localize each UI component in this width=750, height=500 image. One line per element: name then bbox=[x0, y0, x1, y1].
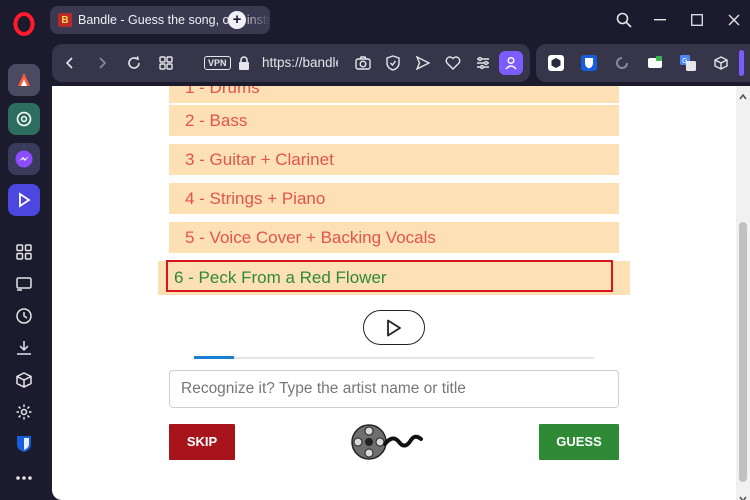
my-flow-icon[interactable] bbox=[12, 272, 36, 296]
reload-icon[interactable] bbox=[126, 55, 142, 71]
tab-grid-icon[interactable] bbox=[158, 55, 174, 71]
player-app-icon[interactable] bbox=[8, 184, 40, 216]
browser-sidebar bbox=[0, 0, 48, 500]
guess-input[interactable] bbox=[169, 370, 619, 408]
address-bar: VPN https://bandle.app bbox=[52, 44, 530, 82]
svg-text:G: G bbox=[682, 57, 687, 65]
extensions-bar: G bbox=[536, 44, 750, 82]
skip-button[interactable]: SKIP bbox=[169, 424, 235, 460]
progress-track[interactable] bbox=[194, 357, 594, 359]
minimize-icon[interactable] bbox=[650, 10, 670, 30]
bandle-favicon-icon: B bbox=[58, 13, 72, 27]
translate-extension-icon[interactable]: G bbox=[680, 55, 696, 71]
loading-extension-icon[interactable] bbox=[614, 55, 630, 71]
highlight-box bbox=[166, 260, 613, 292]
heart-icon[interactable] bbox=[445, 55, 461, 71]
opera-logo-icon[interactable] bbox=[12, 12, 36, 36]
film-reel-icon bbox=[349, 422, 425, 462]
scroll-thumb[interactable] bbox=[739, 222, 747, 482]
chatgpt-app-icon[interactable] bbox=[8, 103, 40, 135]
more-options-icon[interactable] bbox=[12, 466, 36, 490]
close-window-icon[interactable] bbox=[724, 10, 744, 30]
ad-blocker-shield-icon[interactable] bbox=[385, 55, 401, 71]
send-icon[interactable] bbox=[415, 55, 431, 71]
play-icon bbox=[387, 319, 401, 336]
downloads-icon[interactable] bbox=[12, 336, 36, 360]
bitwarden-extension-icon[interactable] bbox=[581, 55, 597, 71]
sidebar-toggle-indicator[interactable] bbox=[739, 50, 744, 76]
screen-extension-icon[interactable] bbox=[647, 55, 663, 71]
scroll-down-icon[interactable] bbox=[739, 490, 747, 500]
address-row: VPN https://bandle.app bbox=[48, 40, 750, 86]
play-button[interactable] bbox=[363, 310, 425, 345]
new-tab-icon[interactable]: + bbox=[228, 11, 246, 29]
tab-bar: B Bandle - Guess the song, one instrumen… bbox=[48, 0, 750, 40]
extensions-icon[interactable] bbox=[12, 368, 36, 392]
step-1-drums: 1 - Drums bbox=[169, 86, 619, 103]
page-scrollbar[interactable] bbox=[736, 86, 750, 500]
easy-setup-icon[interactable] bbox=[475, 55, 491, 71]
bitwarden-sidebar-icon[interactable] bbox=[12, 432, 36, 456]
bandle-page: 1 - Drums 2 - Bass 3 - Guitar + Clarinet… bbox=[52, 86, 750, 500]
url-text[interactable]: https://bandle.app bbox=[262, 55, 338, 70]
back-icon[interactable] bbox=[62, 55, 78, 71]
extensions-menu-icon[interactable] bbox=[713, 55, 729, 71]
step-4-strings-piano: 4 - Strings + Piano bbox=[169, 183, 619, 214]
aria-app-icon[interactable] bbox=[8, 64, 40, 96]
step-5-voice-backing: 5 - Voice Cover + Backing Vocals bbox=[169, 222, 619, 253]
lock-icon[interactable] bbox=[236, 55, 252, 71]
forward-icon[interactable] bbox=[94, 55, 110, 71]
guess-button[interactable]: GUESS bbox=[539, 424, 619, 460]
step-2-bass: 2 - Bass bbox=[169, 105, 619, 136]
snapshot-camera-icon[interactable] bbox=[355, 55, 371, 71]
profile-icon[interactable] bbox=[499, 51, 523, 75]
extension-cube-icon[interactable] bbox=[548, 55, 564, 71]
vpn-badge[interactable]: VPN bbox=[204, 56, 231, 70]
search-tabs-icon[interactable] bbox=[614, 10, 634, 30]
settings-icon[interactable] bbox=[12, 400, 36, 424]
step-3-guitar-clarinet: 3 - Guitar + Clarinet bbox=[169, 144, 619, 175]
messenger-app-icon[interactable] bbox=[8, 143, 40, 175]
scroll-up-icon[interactable] bbox=[739, 88, 747, 100]
maximize-icon[interactable] bbox=[687, 10, 707, 30]
progress-fill bbox=[194, 356, 234, 359]
speed-dial-icon[interactable] bbox=[12, 240, 36, 264]
history-icon[interactable] bbox=[12, 304, 36, 328]
